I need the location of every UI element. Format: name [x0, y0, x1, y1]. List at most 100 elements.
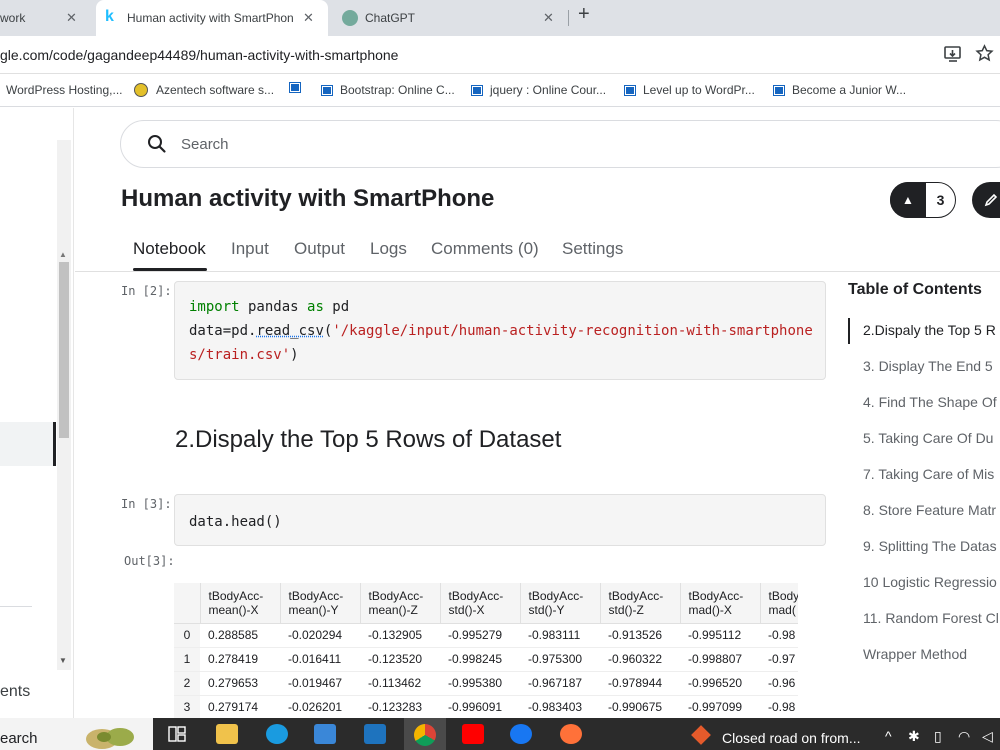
toc-item[interactable]: 3. Display The End 5 [863, 358, 993, 374]
code-cell[interactable]: data.head() [174, 494, 826, 546]
toc-item[interactable]: 10 Logistic Regressio [863, 574, 997, 590]
wifi-icon[interactable]: ◠ [958, 728, 970, 745]
mail-icon[interactable] [364, 724, 386, 744]
code-cell[interactable]: import pandas as pd data=pd.read_csv('/k… [174, 281, 826, 380]
chrome-taskbar-active[interactable] [404, 718, 446, 750]
table-index-header [174, 583, 201, 624]
search-input[interactable]: Search [120, 120, 1000, 168]
bookmark-item[interactable]: WordPress Hosting,... [6, 83, 122, 97]
firefox-icon[interactable] [560, 724, 582, 744]
volume-icon[interactable]: ◁ [982, 728, 993, 745]
tab-logs[interactable]: Logs [370, 239, 407, 259]
bookmark-label: Azentech software s... [156, 83, 275, 97]
scroll-up-icon[interactable]: ▲ [59, 250, 67, 259]
dataframe-output: tBodyAcc-mean()-X tBodyAcc-mean()-Y tBodyA… [174, 583, 798, 719]
tab-comments[interactable]: Comments (0) [431, 239, 539, 259]
row-index: 3 [174, 695, 200, 719]
close-tab-icon[interactable]: ✕ [66, 10, 77, 26]
store-icon[interactable] [314, 724, 336, 744]
task-view-icon[interactable] [168, 726, 186, 742]
column-header-text: mean()-Y [288, 602, 339, 617]
toc-item[interactable]: 7. Taking Care of Mis [863, 466, 994, 482]
taskbar-search-text: earch [0, 730, 38, 747]
table-column-header: tBodyAcc-mad()-X [680, 583, 761, 624]
table-cell: 0.279653 [200, 671, 280, 696]
table-row: 1 0.278419 -0.016411 -0.123520 -0.998245 -0.9… [174, 647, 798, 672]
bookmark-item[interactable]: jquery : Online Cour... [472, 83, 606, 97]
browser-tab-chatgpt[interactable]: ChatGPT ✕ [332, 0, 564, 36]
bookmark-star-icon[interactable] [975, 44, 994, 63]
toc-item[interactable]: 8. Store Feature Matr [863, 502, 996, 518]
column-header-text: tBodyAcc- [208, 588, 264, 603]
table-cell: -0.998807 [680, 647, 760, 672]
chrome-icon [414, 724, 436, 746]
table-cell: 0.278419 [200, 647, 280, 672]
bookmark-label: jquery : Online Cour... [490, 83, 607, 97]
tab-title: ChatGPT [365, 11, 416, 25]
bookmark-label: WordPress Hosting,... [6, 83, 123, 97]
close-tab-icon[interactable]: ✕ [303, 10, 314, 26]
table-cell: 0.279174 [200, 695, 280, 719]
toc-item[interactable]: 5. Taking Care Of Du [863, 430, 993, 446]
file-explorer-icon[interactable] [216, 724, 238, 744]
chatgpt-favicon-icon [342, 10, 358, 26]
windows-taskbar: earch Closed road on from... ^ ✱ ▯ ◠ ◁ [0, 718, 1000, 750]
tab-output[interactable]: Output [294, 239, 345, 259]
toc-item[interactable]: 4. Find The Shape Of [863, 394, 997, 410]
new-tab-button[interactable]: + [578, 3, 590, 26]
news-ticker[interactable]: Closed road on from... [722, 730, 861, 746]
table-row: 3 0.279174 -0.026201 -0.123283 -0.996091 -0.9… [174, 695, 798, 719]
browser-tab-work[interactable]: work ✕ [0, 0, 92, 36]
taskbar-search[interactable]: earch [0, 718, 153, 750]
edit-button[interactable] [972, 182, 1000, 218]
table-cell: -0.026201 [280, 695, 360, 719]
toc-item[interactable]: 11. Random Forest Cl [863, 610, 999, 626]
table-cell: -0.98 [760, 695, 798, 719]
bookmark-item[interactable] [290, 83, 300, 92]
bookmark-label: Bootstrap: Online C... [340, 83, 455, 97]
tab-settings[interactable]: Settings [562, 239, 623, 259]
youtube-icon[interactable] [462, 724, 484, 744]
toc-item[interactable]: 2.Dispaly the Top 5 R [863, 322, 996, 338]
cell-prompt: In [2]: [121, 284, 172, 298]
column-header-text: mean()-X [208, 602, 259, 617]
facebook-icon[interactable] [510, 724, 532, 744]
column-header-text: tBodyAcc- [368, 588, 424, 603]
upvote-button[interactable]: ▲ 3 [890, 182, 956, 218]
bookmark-favicon-icon [625, 85, 635, 95]
install-app-icon[interactable] [944, 45, 962, 63]
sidebar-scroll-thumb[interactable] [59, 262, 69, 438]
code-line: import pandas as pd [189, 299, 350, 315]
tab-input[interactable]: Input [231, 239, 269, 259]
bookmark-item[interactable]: Azentech software s... [134, 83, 274, 97]
upvote-arrow-icon[interactable]: ▲ [890, 182, 926, 218]
tab-notebook[interactable]: Notebook [133, 239, 206, 259]
chevron-up-icon[interactable]: ^ [885, 728, 892, 744]
table-cell: -0.913526 [600, 623, 680, 648]
toc-item[interactable]: Wrapper Method [863, 646, 967, 662]
search-icon [148, 135, 166, 153]
table-cell: -0.019467 [280, 671, 360, 696]
bookmark-item[interactable]: Become a Junior W... [774, 83, 906, 97]
close-tab-icon[interactable]: ✕ [543, 10, 554, 26]
toc-active-indicator [848, 318, 850, 344]
toc-item[interactable]: 9. Splitting The Datas [863, 538, 997, 554]
bookmark-favicon-icon [774, 85, 784, 95]
code-line: data.head() [189, 514, 282, 530]
column-header-text: std()-Y [528, 602, 565, 617]
cell-prompt: In [3]: [121, 497, 172, 511]
scroll-down-icon[interactable]: ▼ [59, 656, 67, 665]
bookmark-item[interactable]: Bootstrap: Online C... [322, 83, 455, 97]
url-text[interactable]: gle.com/code/gagandeep44489/human-activi… [0, 47, 398, 63]
bookmark-favicon-icon [322, 85, 332, 95]
address-bar[interactable]: gle.com/code/gagandeep44489/human-activi… [0, 36, 1000, 74]
table-row: 0 0.288585 -0.020294 -0.132905 -0.995279 -0.9… [174, 623, 798, 648]
table-cell: -0.995112 [680, 623, 760, 648]
edge-icon[interactable] [266, 724, 288, 744]
settings-gear-icon[interactable]: ✱ [908, 728, 920, 745]
bookmark-item[interactable]: Level up to WordPr... [625, 83, 755, 97]
sidebar-selected-item[interactable] [0, 422, 56, 466]
browser-tab-notebook[interactable]: k Human activity with SmartPhon ✕ [96, 0, 328, 36]
table-column-header: tBodyAcc-mean()-Z [360, 583, 441, 624]
sidebar-divider [0, 606, 32, 607]
